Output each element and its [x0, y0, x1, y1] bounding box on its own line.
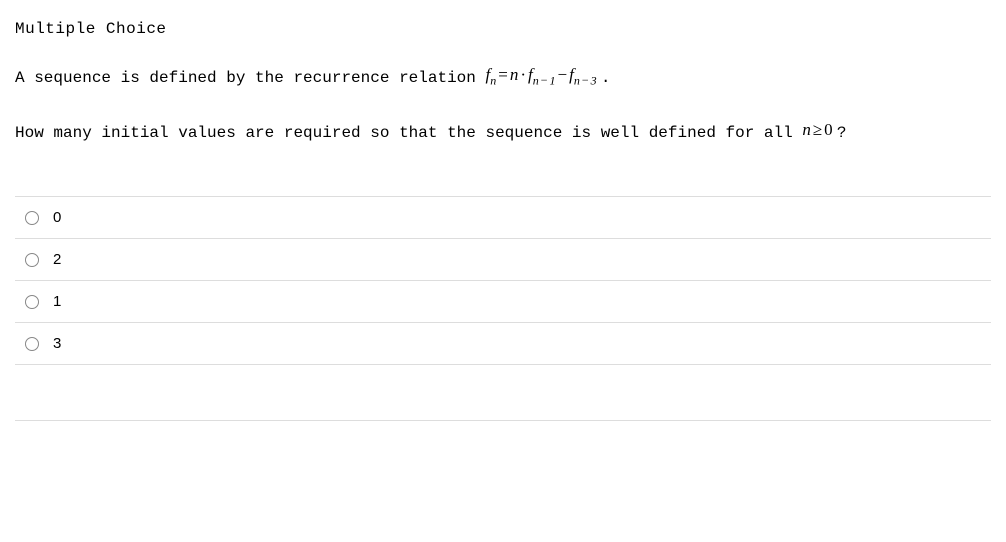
bottom-divider	[15, 420, 991, 421]
radio-icon	[25, 211, 39, 225]
option-label: 3	[53, 335, 61, 352]
condition-formula: n≥0	[802, 120, 837, 139]
radio-icon	[25, 253, 39, 267]
option-row[interactable]: 2	[15, 239, 991, 281]
question-detail: How many initial values are required so …	[15, 118, 991, 147]
detail-qmark: ?	[837, 124, 847, 142]
recurrence-formula: fn=n·fn−1−fn−3	[485, 65, 600, 84]
question-prompt: A sequence is defined by the recurrence …	[15, 63, 991, 93]
option-label: 0	[53, 209, 61, 226]
option-label: 2	[53, 251, 61, 268]
radio-icon	[25, 337, 39, 351]
option-row[interactable]: 1	[15, 281, 991, 323]
options-list: 0 2 1 3	[15, 196, 991, 365]
detail-text: How many initial values are required so …	[15, 124, 802, 142]
option-label: 1	[53, 293, 61, 310]
prompt-period: .	[601, 69, 611, 87]
radio-icon	[25, 295, 39, 309]
prompt-text: A sequence is defined by the recurrence …	[15, 69, 485, 87]
option-row[interactable]: 0	[15, 197, 991, 239]
option-row[interactable]: 3	[15, 323, 991, 365]
question-type-label: Multiple Choice	[15, 20, 991, 38]
